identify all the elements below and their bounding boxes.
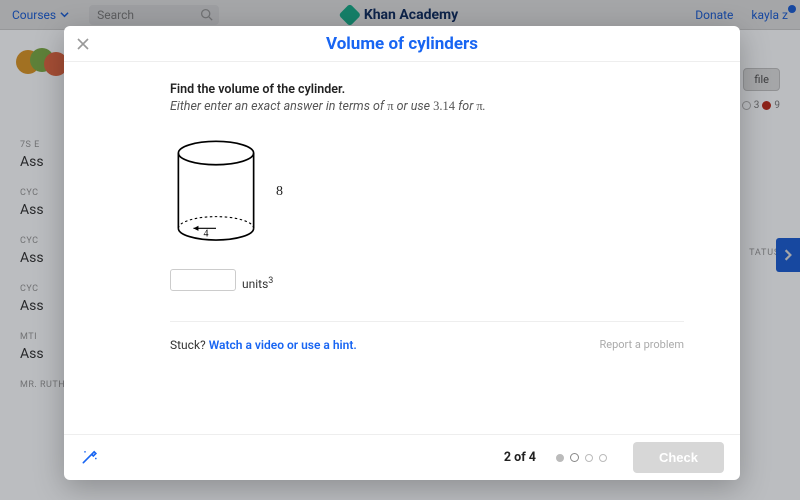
help-row: Stuck? Watch a video or use a hint. Repo… bbox=[170, 338, 684, 352]
scratchpad-button[interactable] bbox=[80, 446, 100, 470]
stuck-prompt: Stuck? Watch a video or use a hint. bbox=[170, 338, 357, 352]
divider bbox=[170, 321, 684, 322]
prompt-line-2: Either enter an exact answer in terms of… bbox=[170, 99, 684, 114]
report-problem-link[interactable]: Report a problem bbox=[600, 338, 685, 351]
modal-header: Volume of cylinders bbox=[64, 26, 740, 62]
modal-title: Volume of cylinders bbox=[326, 34, 478, 54]
units-label: units3 bbox=[242, 276, 273, 291]
svg-text:4: 4 bbox=[203, 229, 208, 240]
modal-body: Find the volume of the cylinder. Either … bbox=[64, 62, 740, 434]
progress-dot-icon bbox=[585, 454, 593, 462]
prompt-line-1: Find the volume of the cylinder. bbox=[170, 82, 684, 97]
answer-row: units3 bbox=[170, 269, 684, 291]
answer-input[interactable] bbox=[170, 269, 236, 291]
progress-text: 2 of 4 bbox=[504, 450, 536, 465]
progress-dot-icon bbox=[599, 454, 607, 462]
height-label: 8 bbox=[276, 184, 283, 200]
wand-icon bbox=[80, 446, 100, 466]
close-button[interactable] bbox=[76, 36, 92, 52]
progress-dots bbox=[556, 453, 607, 462]
cylinder-figure: 4 8 bbox=[170, 138, 684, 247]
hint-link[interactable]: Watch a video or use a hint. bbox=[209, 338, 357, 352]
exercise-modal: Volume of cylinders Find the volume of t… bbox=[64, 26, 740, 480]
progress-dot-icon bbox=[556, 454, 564, 462]
progress-dot-icon bbox=[570, 453, 579, 462]
cylinder-icon: 4 bbox=[170, 138, 262, 247]
check-button[interactable]: Check bbox=[633, 442, 724, 473]
close-icon bbox=[76, 37, 90, 51]
modal-footer: 2 of 4 Check bbox=[64, 434, 740, 480]
